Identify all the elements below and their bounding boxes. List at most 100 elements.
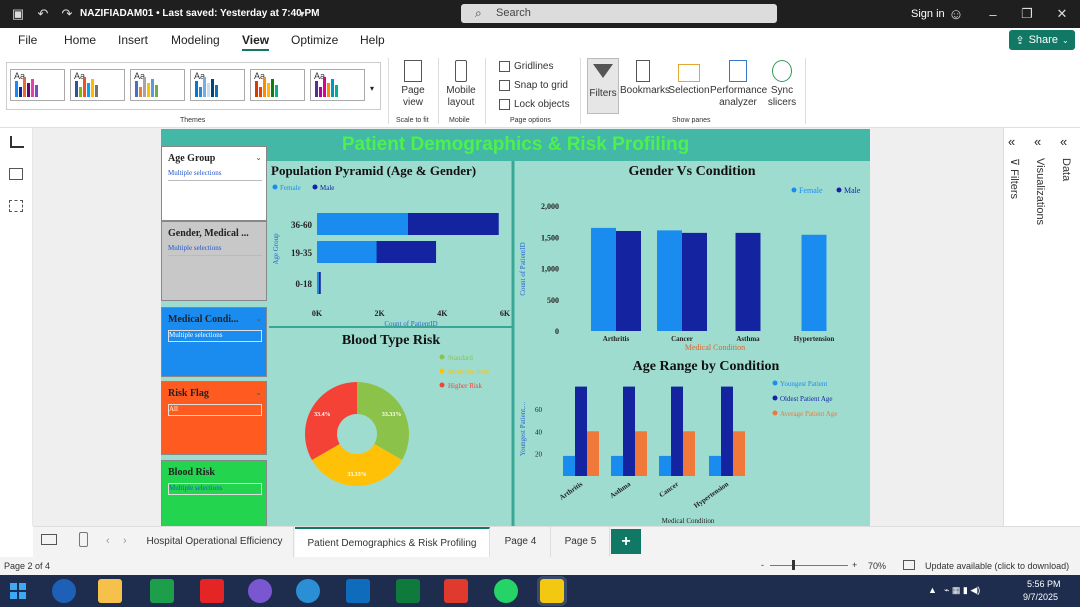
theme-swatch-bars [135, 77, 158, 97]
desktop-layout-icon[interactable] [41, 534, 57, 545]
edge-icon[interactable] [296, 579, 320, 603]
report-page: Patient Demographics & Risk Profiling Ag… [161, 129, 870, 527]
tick-label: 20 [535, 451, 543, 459]
bar [671, 386, 683, 476]
clock-date[interactable]: 9/7/2025 [1023, 592, 1058, 602]
axis-label: Youngest Patient,... [519, 402, 527, 457]
gallery-more-icon[interactable]: ▾ [370, 84, 374, 93]
status-bar: Page 2 of 4 - + 70% Update available (cl… [0, 557, 1080, 575]
table-view-icon[interactable] [9, 168, 23, 180]
axis-label: Count of PatientID [519, 242, 527, 295]
menu-view[interactable]: View [242, 33, 270, 51]
gridlines-checkbox[interactable]: Gridlines [499, 61, 553, 72]
menu-insert[interactable]: Insert [118, 33, 148, 47]
page-view-icon [404, 60, 422, 82]
legend-marker [836, 187, 842, 193]
legend-label: Oldest Patient Age [780, 395, 833, 403]
redo-icon[interactable]: ↷ [58, 5, 76, 23]
lock-objects-checkbox[interactable]: Lock objects [499, 99, 570, 110]
tab-patient-demographics[interactable]: Patient Demographics & Risk Profiling [295, 527, 490, 557]
zoom-out-icon[interactable]: - [761, 560, 764, 570]
right-panes: « « « ⊽ Filters Visualizations Data [1003, 128, 1080, 526]
tab-page-4[interactable]: Page 4 [491, 527, 551, 557]
title-dropdown-icon[interactable]: ▼ [293, 5, 311, 23]
visualizations-pane-tab[interactable]: Visualizations [1034, 158, 1046, 225]
title-bar: ▣ ↶ ↷ NAZIFIADAM01 • Last saved: Yesterd… [0, 0, 1080, 28]
filters-pane-button[interactable]: Filters [587, 60, 619, 100]
mobile-layout-button[interactable]: Mobile layout [442, 60, 480, 109]
performance-analyzer-button[interactable]: Performance analyzer [710, 60, 768, 109]
scroll-right-icon[interactable]: › [123, 535, 127, 547]
zoom-slider[interactable] [770, 565, 848, 566]
theme-swatch-bars [255, 77, 278, 97]
search-box[interactable]: ⌕ Search [461, 4, 777, 23]
theme-option[interactable]: Aa [190, 69, 245, 101]
scroll-left-icon[interactable]: ‹ [106, 535, 110, 547]
page-view-button[interactable]: Page view [394, 60, 432, 109]
filters-pane-label: Filters [589, 88, 617, 99]
wps-icon[interactable] [444, 579, 468, 603]
excel-icon[interactable] [396, 579, 420, 603]
restore-icon[interactable]: ❐ [1018, 5, 1036, 23]
zoom-in-icon[interactable]: + [852, 560, 857, 570]
youtube-icon[interactable] [200, 579, 224, 603]
add-page-button[interactable]: + [611, 529, 641, 554]
legend-marker [772, 410, 778, 416]
snap-to-grid-checkbox[interactable]: Snap to grid [499, 80, 568, 91]
theme-option[interactable]: Aa [250, 69, 305, 101]
edge-legacy-icon[interactable] [52, 579, 76, 603]
search-icon: ⌕ [475, 6, 482, 20]
collapse-data-icon[interactable]: « [1060, 134, 1067, 149]
legend-marker [272, 184, 278, 190]
close-icon[interactable]: ✕ [1053, 5, 1071, 23]
account-icon[interactable]: ☺ [947, 5, 965, 23]
filters-pane-tab[interactable]: ⊽ Filters [1008, 158, 1021, 199]
minimize-icon[interactable]: – [984, 5, 1002, 23]
selection-pane-button[interactable]: Selection [668, 60, 710, 97]
file-explorer-icon[interactable] [98, 579, 122, 603]
filters-pane-label: Filters [1008, 169, 1020, 200]
charts-layer: Population Pyramid (Age & Gender) Female M… [269, 161, 861, 527]
tab-hospital-operational-efficiency[interactable]: Hospital Operational Efficiency [136, 527, 294, 557]
legend-marker [772, 380, 778, 386]
theme-option[interactable]: Aa [70, 69, 125, 101]
outlook-icon[interactable] [346, 579, 370, 603]
clock-time[interactable]: 5:56 PM [1027, 579, 1061, 589]
sign-in-link[interactable]: Sign in [911, 8, 945, 20]
menu-help[interactable]: Help [360, 33, 385, 47]
update-available-link[interactable]: Update available (click to download) [925, 561, 1069, 571]
share-button[interactable]: ⇪ Share ⌄ [1009, 30, 1075, 50]
tick-label: 4K [437, 309, 448, 318]
tab-page-5[interactable]: Page 5 [552, 527, 610, 557]
report-view-icon[interactable] [10, 136, 24, 148]
theme-swatch-bars [75, 77, 98, 97]
windows-start-icon[interactable] [10, 583, 26, 599]
menu-modeling[interactable]: Modeling [171, 33, 220, 47]
theme-option[interactable]: Aa [10, 69, 65, 101]
sync-slicers-button[interactable]: Sync slicers [764, 60, 800, 109]
tick-label: 1,500 [541, 233, 559, 242]
model-view-icon[interactable] [9, 200, 23, 212]
fit-to-page-icon[interactable] [903, 560, 915, 570]
performance-label: Performance analyzer [710, 85, 768, 108]
collapse-visualizations-icon[interactable]: « [1034, 134, 1041, 149]
whatsapp-icon[interactable] [494, 579, 518, 603]
menu-optimize[interactable]: Optimize [291, 33, 338, 47]
data-pane-tab[interactable]: Data [1060, 158, 1072, 181]
copilot-icon[interactable] [248, 579, 272, 603]
store-icon[interactable] [150, 579, 174, 603]
mobile-layout-icon[interactable] [79, 532, 88, 547]
save-icon[interactable]: ▣ [9, 5, 27, 23]
tray-chevron-icon[interactable]: ▲ [928, 585, 937, 595]
tray-icons[interactable]: ⌁ ▦ ▮ ◀) [944, 585, 980, 596]
menu-file[interactable]: File [18, 33, 37, 47]
power-bi-icon[interactable] [537, 576, 567, 606]
collapse-filters-icon[interactable]: « [1008, 134, 1015, 149]
theme-option[interactable]: Aa [130, 69, 185, 101]
checkbox-icon [499, 61, 510, 72]
theme-option[interactable]: Aa [310, 69, 365, 101]
menu-home[interactable]: Home [64, 33, 96, 47]
zoom-thumb[interactable] [792, 560, 795, 570]
bookmarks-pane-button[interactable]: Bookmarks [620, 60, 670, 97]
undo-icon[interactable]: ↶ [34, 5, 52, 23]
